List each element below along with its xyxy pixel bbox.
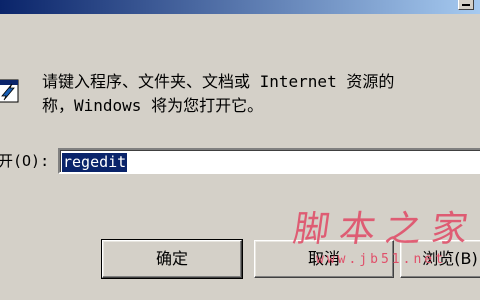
instruction-text-line-1: 请键入程序、文件夹、文档或 Internet 资源的 [42,72,395,91]
run-dialog: 请键入程序、文件夹、文档或 Internet 资源的 称，Windows 将为您… [0,0,480,300]
open-field-label: 开(O): [0,152,50,170]
minimize-button[interactable] [458,0,474,10]
open-input-value[interactable]: regedit [62,153,128,172]
title-bar [0,0,480,14]
watermark-logo: 脚本之家 [290,209,480,250]
ok-button[interactable]: 确定 [101,239,243,279]
open-input[interactable]: regedit [58,148,480,174]
watermark-url: www.jb51.net [316,252,446,267]
instruction-text-line-2: 称，Windows 将为您打开它。 [42,96,264,115]
run-icon [0,74,22,106]
